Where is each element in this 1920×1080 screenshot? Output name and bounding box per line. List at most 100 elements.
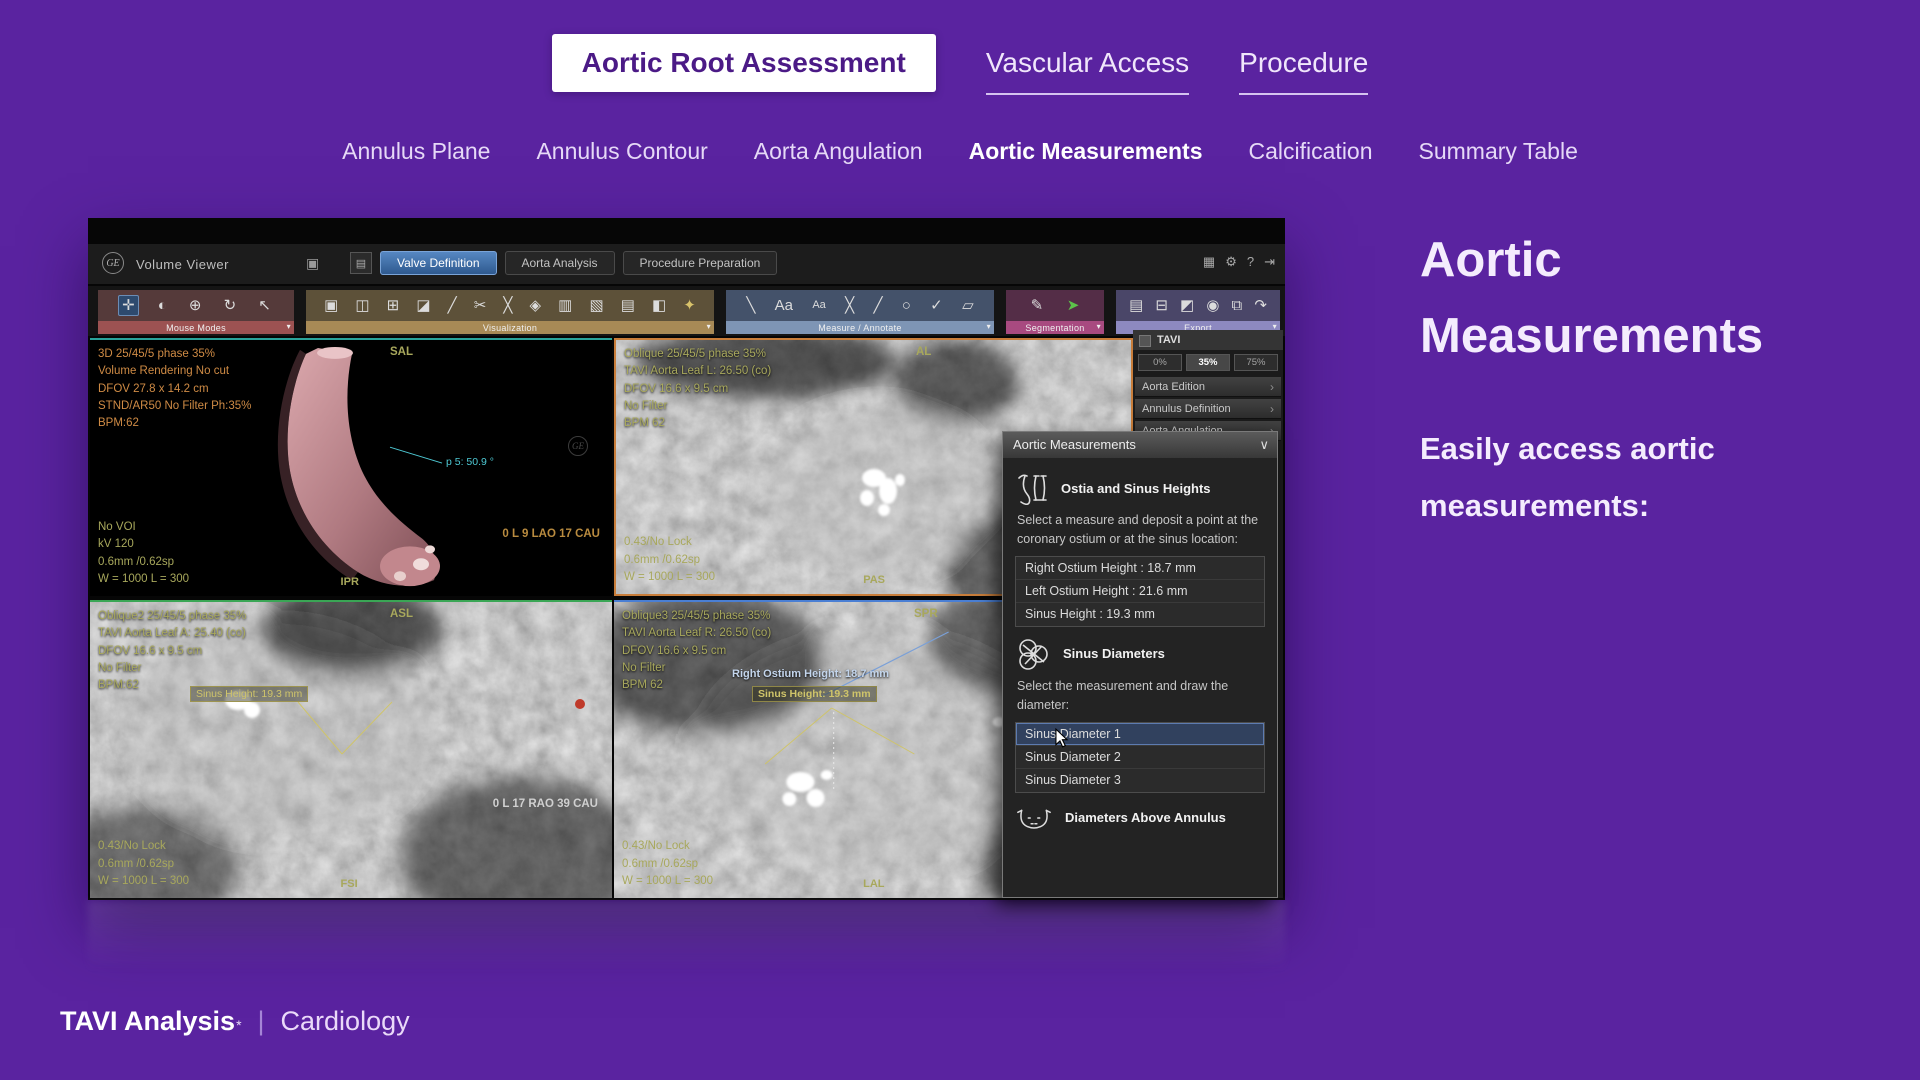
ge-watermark: GE xyxy=(568,436,588,456)
toolbar-group-measure: ╲ Aa Aa ╳ ╱ ○ ✓ ▱ Measure / Annotate▾ xyxy=(726,290,994,334)
app-toolbar: ✛ ◐ ⊕ ↻ ↖ Mouse Modes▾ ▣ ◫ ⊞ ◪ ╱ ✂ ╳ ◈ xyxy=(88,286,1285,336)
volume-icon[interactable]: ▥ xyxy=(555,296,575,315)
scalpel-icon[interactable]: ╱ xyxy=(445,296,460,315)
secondary-nav: Annulus Plane Annulus Contour Aorta Angu… xyxy=(0,138,1920,165)
footer-divider: | xyxy=(258,1006,265,1037)
group-expand-icon[interactable]: ▾ xyxy=(707,322,711,331)
group-expand-icon[interactable]: ▾ xyxy=(287,322,291,331)
copy-export-icon[interactable]: ⧉ xyxy=(1229,296,1246,315)
chevron-right-icon: › xyxy=(1270,380,1274,394)
sinus-height-row[interactable]: Sinus Height : 19.3 mm xyxy=(1016,603,1264,626)
app-tab-procedure-preparation[interactable]: Procedure Preparation xyxy=(623,251,778,275)
viewport-stats: 0.43/No Lock 0.6mm /0.62sp W = 1000 L = … xyxy=(622,838,713,890)
ruler-line-icon[interactable]: ╲ xyxy=(743,296,758,315)
toolbar-group-visualization: ▣ ◫ ⊞ ◪ ╱ ✂ ╳ ◈ ▥ ▧ ▤ ◧ ✦ Visualization▾ xyxy=(306,290,714,334)
orientation-marker: SAL xyxy=(390,346,413,358)
left-ostium-height-row[interactable]: Left Ostium Height : 21.6 mm xyxy=(1016,580,1264,603)
layout-view-icon[interactable]: ▣ xyxy=(321,296,341,315)
auto-segment-icon[interactable]: ➤ xyxy=(1064,296,1083,315)
aorta-edition-button[interactable]: Aorta Edition › xyxy=(1135,377,1281,397)
report-icon[interactable]: ▤ xyxy=(1126,296,1146,315)
save-icon[interactable]: ◩ xyxy=(1177,296,1197,315)
slab-icon[interactable]: ◫ xyxy=(352,296,372,315)
ellipse-measure-icon[interactable]: ○ xyxy=(899,296,914,315)
batch-icon[interactable]: ▤ xyxy=(618,296,638,315)
product-name: TAVI Analysis xyxy=(60,1006,235,1037)
print-icon[interactable]: ⊟ xyxy=(1152,296,1171,315)
phase-buttons: 0% 35% 75% xyxy=(1133,350,1283,375)
viewport-3d-volume[interactable]: 3D 25/45/5 phase 35% Volume Rendering No… xyxy=(90,338,612,596)
app-tab-valve-definition[interactable]: Valve Definition xyxy=(380,251,497,275)
app-tab-aorta-analysis[interactable]: Aorta Analysis xyxy=(505,251,615,275)
orientation-marker: ASL xyxy=(390,608,413,620)
subnav-aorta-angulation[interactable]: Aorta Angulation xyxy=(754,138,923,165)
chevron-down-icon[interactable]: ∨ xyxy=(1259,432,1269,458)
sinus-diameter-2-row[interactable]: Sinus Diameter 2 xyxy=(1016,746,1264,769)
subnav-annulus-plane[interactable]: Annulus Plane xyxy=(342,138,490,165)
screenshot-reflection xyxy=(88,901,1285,971)
sinus-diameter-3-row[interactable]: Sinus Diameter 3 xyxy=(1016,769,1264,792)
zoom-icon[interactable]: ⊕ xyxy=(186,296,205,315)
edge-label: FSI xyxy=(341,878,358,890)
delete-measure-icon[interactable]: ╳ xyxy=(842,296,857,315)
checkmark-icon[interactable]: ✓ xyxy=(927,296,946,315)
pan-icon[interactable]: ✛ xyxy=(118,295,139,316)
rotate-3d-icon[interactable]: ↻ xyxy=(221,296,240,315)
group-expand-icon[interactable]: ▾ xyxy=(987,322,991,331)
subnav-summary-table[interactable]: Summary Table xyxy=(1419,138,1578,165)
chevron-right-icon: › xyxy=(1270,402,1274,416)
hide-structures-icon[interactable]: ╳ xyxy=(500,296,515,315)
subnav-calcification[interactable]: Calcification xyxy=(1249,138,1373,165)
orientation-marker: SPR xyxy=(914,608,938,620)
clip-box-icon[interactable]: ▧ xyxy=(586,296,606,315)
trademark-icon: * xyxy=(236,1017,241,1033)
tab-vascular-access[interactable]: Vascular Access xyxy=(986,34,1189,95)
panel-title: Aortic Measurements xyxy=(1013,437,1136,452)
edge-label: IPR xyxy=(341,576,359,588)
select-cursor-icon[interactable]: ↖ xyxy=(255,296,274,315)
contrast-icon[interactable]: ◐ xyxy=(155,296,170,315)
toolbar-group-segmentation: ✎ ➤ Segmentation ▾ xyxy=(1006,290,1104,334)
settings-gear-icon[interactable]: ⚙ xyxy=(1225,254,1237,270)
crosshair-icon[interactable]: ⊞ xyxy=(384,296,403,315)
section-title: Diameters Above Annulus xyxy=(1065,810,1226,825)
page-title: Aortic Measurements xyxy=(1420,222,1763,375)
annotate-label-icon[interactable]: Aa xyxy=(809,298,828,313)
camera-icon[interactable]: ◉ xyxy=(1203,296,1222,315)
exit-export-icon[interactable]: ↷ xyxy=(1251,296,1270,315)
toolbar-group-export: ▤ ⊟ ◩ ◉ ⧉ ↷ Export▾ xyxy=(1116,290,1280,334)
phase-0-button[interactable]: 0% xyxy=(1138,354,1182,371)
protocol-icon[interactable]: ✦ xyxy=(680,296,699,315)
scissors-icon[interactable]: ✂ xyxy=(471,296,490,315)
polygon-trace-icon[interactable]: ▱ xyxy=(959,296,977,315)
group-label: Segmentation xyxy=(1025,323,1084,333)
right-ostium-height-row[interactable]: Right Ostium Height : 18.7 mm xyxy=(1016,557,1264,580)
segment-view-icon[interactable]: ◧ xyxy=(649,296,669,315)
viewport-info: Oblique3 25/45/5 phase 35% TAVI Aorta Le… xyxy=(622,608,771,694)
tab-strip-menu-icon[interactable]: ▤ xyxy=(350,252,372,274)
layout-icon[interactable]: ▦ xyxy=(1203,254,1215,270)
subnav-annulus-contour[interactable]: Annulus Contour xyxy=(536,138,707,165)
paint-segment-icon[interactable]: ✎ xyxy=(1028,296,1047,315)
group-expand-icon[interactable]: ▾ xyxy=(1097,322,1101,331)
exit-icon[interactable]: ⇥ xyxy=(1264,254,1275,270)
projection-label: 0 L 9 LAO 17 CAU xyxy=(502,528,600,540)
annulus-definition-button[interactable]: Annulus Definition › xyxy=(1135,399,1281,419)
section-title: Ostia and Sinus Heights xyxy=(1061,481,1211,496)
tab-underline xyxy=(1239,93,1368,95)
phase-75-button[interactable]: 75% xyxy=(1234,354,1278,371)
panel-header[interactable]: Aortic Measurements ∨ xyxy=(1003,432,1277,458)
app-title: Volume Viewer xyxy=(136,257,229,272)
color-map-icon[interactable]: ◈ xyxy=(527,296,545,315)
subnav-aortic-measurements[interactable]: Aortic Measurements xyxy=(969,138,1203,165)
tab-procedure[interactable]: Procedure xyxy=(1239,34,1368,95)
phase-35-button[interactable]: 35% xyxy=(1186,354,1230,371)
annotate-text-icon[interactable]: Aa xyxy=(772,296,796,315)
tab-label: Vascular Access xyxy=(986,34,1189,79)
help-icon[interactable]: ? xyxy=(1247,254,1254,270)
cut-plane-icon[interactable]: ◪ xyxy=(413,296,433,315)
viewport-oblique2-ct[interactable]: Oblique2 25/45/5 phase 35% TAVI Aorta Le… xyxy=(90,600,612,898)
tab-aortic-root-assessment[interactable]: Aortic Root Assessment xyxy=(552,34,936,92)
line-measure-icon[interactable]: ╱ xyxy=(870,296,885,315)
sinus-diameter-1-row[interactable]: Sinus Diameter 1 xyxy=(1016,723,1264,746)
